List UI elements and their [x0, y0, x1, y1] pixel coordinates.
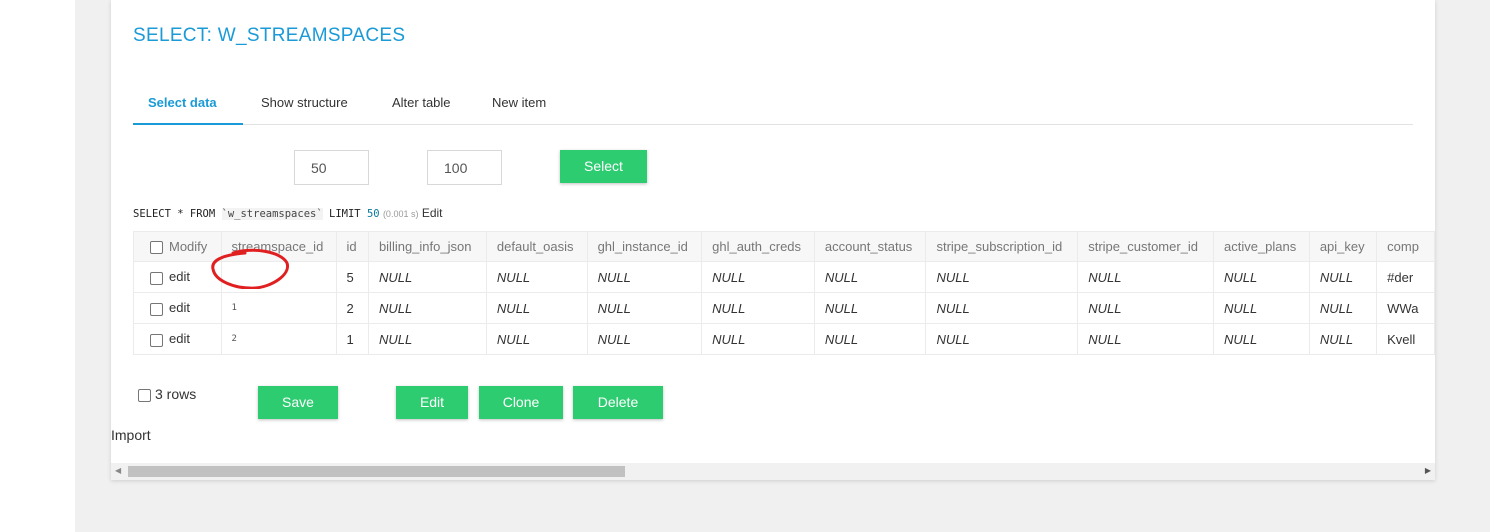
tab-select-data[interactable]: Select data — [133, 88, 243, 125]
column-header-comp[interactable]: comp — [1376, 231, 1435, 262]
cell-account-status[interactable]: NULL — [813, 292, 927, 324]
cell-billing-info-json[interactable]: NULL — [367, 261, 487, 293]
table-row: edit 2 1 NULL NULL NULL NULL NULL NULL N… — [133, 323, 1435, 355]
delete-button[interactable]: Delete — [573, 386, 663, 419]
row-edit-link[interactable]: edit — [169, 331, 190, 346]
row-modify-cell: edit — [133, 292, 222, 324]
cell-id[interactable]: 2 — [335, 292, 369, 324]
cell-ghl-auth-creds[interactable]: NULL — [701, 261, 815, 293]
table-header-row: Modify streamspace_id id billing_info_js… — [133, 231, 1435, 262]
text-length-input[interactable] — [427, 150, 502, 185]
cell-active-plans[interactable]: NULL — [1212, 292, 1310, 324]
page-title: SELECT: W_STREAMSPACES — [133, 25, 406, 46]
column-header-stripe-customer-id[interactable]: stripe_customer_id — [1077, 231, 1214, 262]
cell-comp[interactable]: WWa — [1376, 292, 1435, 324]
cell-account-status[interactable]: NULL — [813, 323, 927, 355]
column-header-billing-info-json[interactable]: billing_info_json — [367, 231, 487, 262]
cell-ghl-instance-id[interactable]: NULL — [586, 292, 703, 324]
cell-streamspace-id[interactable]: 1 — [220, 292, 337, 324]
row-edit-link[interactable]: edit — [169, 269, 190, 284]
cell-comp[interactable]: Kvell — [1376, 323, 1435, 355]
row-checkbox[interactable] — [150, 333, 163, 347]
clone-button[interactable]: Clone — [479, 386, 563, 419]
rows-count: 3 rows — [138, 386, 196, 402]
row-modify-cell: edit — [133, 261, 222, 293]
scroll-right-icon[interactable]: ▶ — [1425, 466, 1431, 475]
cell-default-oasis[interactable]: NULL — [485, 292, 588, 324]
column-header-api-key[interactable]: api_key — [1308, 231, 1378, 262]
cell-stripe-subscription-id[interactable]: NULL — [925, 261, 1079, 293]
cell-api-key[interactable]: NULL — [1308, 261, 1378, 293]
tab-bar: Select data Show structure Alter table N… — [133, 88, 1413, 125]
column-header-default-oasis[interactable]: default_oasis — [485, 231, 588, 262]
column-header-modify[interactable]: Modify — [133, 231, 222, 262]
column-header-stripe-subscription-id[interactable]: stripe_subscription_id — [925, 231, 1079, 262]
left-margin — [0, 0, 75, 532]
cell-id[interactable]: 1 — [335, 323, 369, 355]
rows-count-label: 3 rows — [155, 386, 197, 402]
select-all-checkbox[interactable] — [150, 241, 163, 255]
cell-active-plans[interactable]: NULL — [1212, 323, 1310, 355]
cell-id[interactable]: 5 — [335, 261, 369, 293]
query-time: (0.001 s) — [382, 209, 419, 219]
limit-input[interactable] — [294, 150, 369, 185]
cell-default-oasis[interactable]: NULL — [485, 261, 588, 293]
row-modify-cell: edit — [133, 323, 222, 355]
data-table: Modify streamspace_id id billing_info_js… — [133, 231, 1435, 355]
save-button[interactable]: Save — [258, 386, 338, 419]
edit-button[interactable]: Edit — [396, 386, 468, 419]
cell-ghl-instance-id[interactable]: NULL — [586, 323, 703, 355]
edit-query-link[interactable]: Edit — [422, 206, 443, 220]
select-all-rows-checkbox[interactable] — [138, 388, 151, 402]
column-header-ghl-auth-creds[interactable]: ghl_auth_creds — [701, 231, 815, 262]
horizontal-scrollbar[interactable]: ◀ ▶ — [111, 463, 1435, 480]
tab-show-structure[interactable]: Show structure — [261, 88, 348, 125]
scrollbar-thumb[interactable] — [128, 466, 625, 477]
row-edit-link[interactable]: edit — [169, 300, 190, 315]
cell-account-status[interactable]: NULL — [813, 261, 927, 293]
column-header-account-status[interactable]: account_status — [813, 231, 927, 262]
cell-comp[interactable]: #der — [1376, 261, 1435, 293]
row-checkbox[interactable] — [150, 302, 163, 316]
cell-ghl-instance-id[interactable]: NULL — [586, 261, 703, 293]
table-row: edit 5 NULL NULL NULL NULL NULL NULL NUL… — [133, 261, 1435, 293]
tab-alter-table[interactable]: Alter table — [392, 88, 451, 125]
tab-new-item[interactable]: New item — [492, 88, 546, 125]
cell-streamspace-id[interactable]: 2 — [220, 323, 337, 355]
cell-billing-info-json[interactable]: NULL — [367, 292, 487, 324]
cell-ghl-auth-creds[interactable]: NULL — [701, 292, 815, 324]
cell-stripe-subscription-id[interactable]: NULL — [925, 323, 1079, 355]
cell-billing-info-json[interactable]: NULL — [367, 323, 487, 355]
cell-default-oasis[interactable]: NULL — [485, 323, 588, 355]
cell-stripe-customer-id[interactable]: NULL — [1077, 292, 1214, 324]
cell-api-key[interactable]: NULL — [1308, 292, 1378, 324]
select-button[interactable]: Select — [560, 150, 647, 183]
column-header-active-plans[interactable]: active_plans — [1212, 231, 1310, 262]
cell-api-key[interactable]: NULL — [1308, 323, 1378, 355]
red-circle-annotation — [211, 248, 289, 289]
cell-active-plans[interactable]: NULL — [1212, 261, 1310, 293]
column-header-ghl-instance-id[interactable]: ghl_instance_id — [586, 231, 703, 262]
sql-query: SELECT * FROM `w_streamspaces` LIMIT 50 — [133, 208, 380, 220]
sql-query-line: SELECT * FROM `w_streamspaces` LIMIT 50 … — [133, 206, 443, 220]
row-checkbox[interactable] — [150, 271, 163, 285]
cell-stripe-customer-id[interactable]: NULL — [1077, 323, 1214, 355]
cell-stripe-subscription-id[interactable]: NULL — [925, 292, 1079, 324]
content-panel: SELECT: W_STREAMSPACES Select data Show … — [111, 0, 1435, 480]
column-header-id[interactable]: id — [335, 231, 369, 262]
scroll-left-icon[interactable]: ◀ — [115, 466, 121, 475]
cell-stripe-customer-id[interactable]: NULL — [1077, 261, 1214, 293]
import-link[interactable]: Import — [111, 427, 151, 443]
cell-ghl-auth-creds[interactable]: NULL — [701, 323, 815, 355]
table-row: edit 1 2 NULL NULL NULL NULL NULL NULL N… — [133, 292, 1435, 324]
